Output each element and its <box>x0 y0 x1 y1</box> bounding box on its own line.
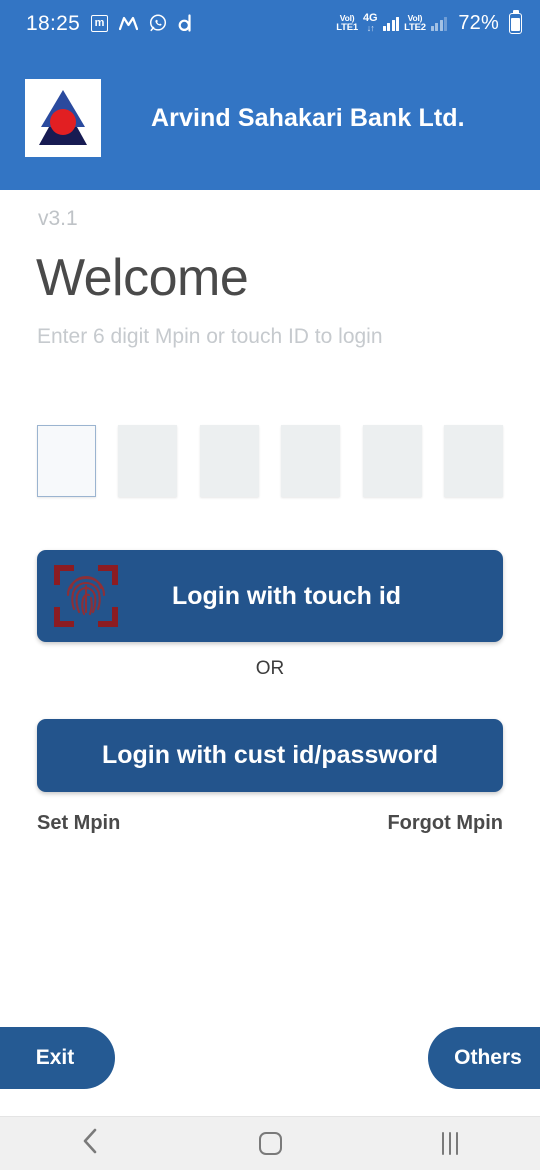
nav-home-button[interactable] <box>225 1117 315 1170</box>
status-clock: 18:25 <box>26 11 81 35</box>
phone-screen: 18:25 m Vol) LTE1 4G ↓↑ Vol) LTE2 72% Ar… <box>0 0 540 1170</box>
fingerprint-scan-icon <box>52 562 120 630</box>
or-divider-label: OR <box>255 658 285 679</box>
whatsapp-icon <box>149 14 167 32</box>
signal-bars-sim1-icon <box>382 16 400 31</box>
page-title: Welcome <box>36 249 249 307</box>
bank-name-title: Arvind Sahakari Bank Ltd. <box>151 103 465 132</box>
mpin-digit-4[interactable] <box>281 425 341 497</box>
volte-sim1-icon: Vol) LTE1 <box>336 13 358 33</box>
mpin-digit-5[interactable] <box>362 425 422 497</box>
android-nav-bar <box>0 1116 540 1170</box>
nav-recents-button[interactable] <box>405 1117 495 1170</box>
mpin-digit-6[interactable] <box>443 425 503 497</box>
status-bar-right: Vol) LTE1 4G ↓↑ Vol) LTE2 72% <box>336 12 522 35</box>
mpin-digit-3[interactable] <box>199 425 259 497</box>
app-header: Arvind Sahakari Bank Ltd. <box>0 46 540 190</box>
login-with-touch-id-label: Login with touch id <box>171 581 402 610</box>
others-button[interactable]: Others <box>428 1027 540 1089</box>
mpin-input-group <box>37 425 503 497</box>
battery-percent-label: 72% <box>458 11 499 34</box>
page-subtitle: Enter 6 digit Mpin or touch ID to login <box>37 325 383 348</box>
set-mpin-link[interactable]: Set Mpin <box>37 812 120 835</box>
recents-bars-icon <box>441 1132 459 1155</box>
login-content: v3.1 Welcome Enter 6 digit Mpin or touch… <box>0 190 540 1120</box>
signal-bars-sim2-icon <box>430 16 448 31</box>
app-version-label: v3.1 <box>38 207 78 230</box>
mpin-links-row: Set Mpin Forgot Mpin <box>0 812 540 835</box>
volte-sim2-icon: Vol) LTE2 <box>404 13 426 33</box>
arvind-sahakari-bank-logo <box>25 79 101 157</box>
back-chevron-icon <box>80 1127 100 1160</box>
home-square-icon <box>258 1132 282 1155</box>
status-bar: 18:25 m Vol) LTE1 4G ↓↑ Vol) LTE2 72% <box>0 0 540 46</box>
exit-button[interactable]: Exit <box>0 1027 115 1089</box>
login-with-cust-id-password-button[interactable]: Login with cust id/password <box>37 719 503 792</box>
mpin-digit-1[interactable] <box>37 425 96 497</box>
login-with-touch-id-button[interactable]: Login with touch id <box>37 550 503 642</box>
mpin-digit-2[interactable] <box>118 425 178 497</box>
battery-icon <box>509 12 522 34</box>
nav-back-button[interactable] <box>45 1117 135 1170</box>
forgot-mpin-link[interactable]: Forgot Mpin <box>387 812 503 835</box>
status-bar-left: 18:25 m <box>26 13 192 34</box>
boxed-m-icon: m <box>91 14 109 32</box>
letter-d-icon <box>178 14 192 32</box>
gmail-m-icon <box>119 16 139 31</box>
network-4g-icon: 4G ↓↑ <box>362 12 378 33</box>
